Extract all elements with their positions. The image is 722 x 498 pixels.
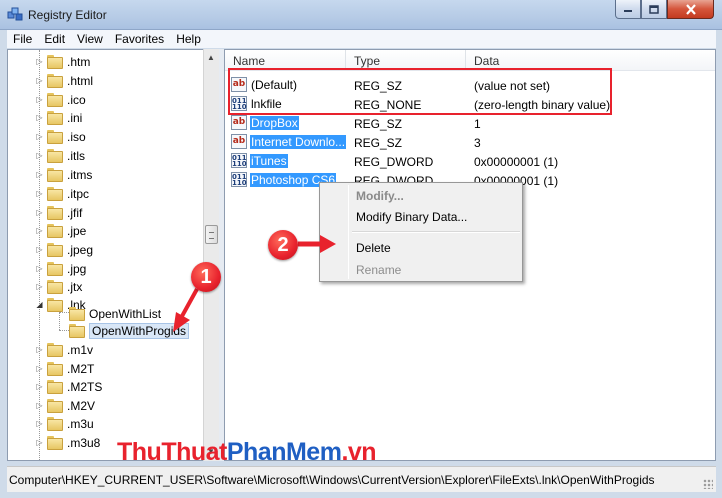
arrow-step-1 [173,288,199,332]
watermark-part: .vn [341,438,377,466]
watermark-part: PhanMem [226,438,342,466]
arrow-step-2 [298,235,336,253]
annotation-arrows [173,235,336,332]
resize-grip-icon[interactable] [703,479,713,489]
watermark-part: ThuThuat [117,438,227,466]
step-1-badge: 1 [191,262,221,292]
status-bar: Computer\HKEY_CURRENT_USER\Software\Micr… [7,466,716,492]
status-path: Computer\HKEY_CURRENT_USER\Software\Micr… [9,473,655,487]
step-2-badge: 2 [268,230,298,260]
watermark-logo: ThuThuatPhanMem.vn [117,438,377,467]
